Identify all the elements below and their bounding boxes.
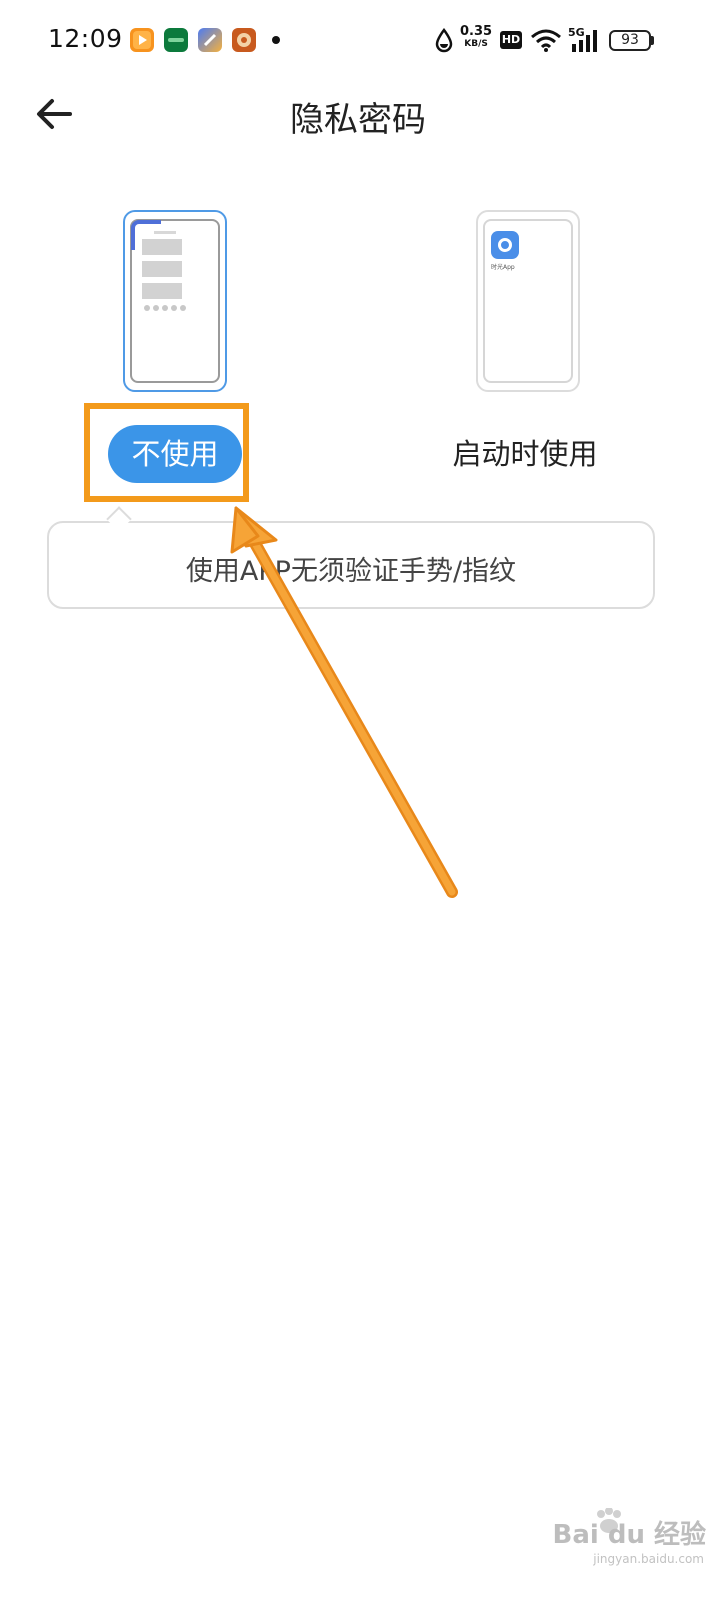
preview-not-use-screen	[130, 219, 220, 383]
wifi-icon	[531, 29, 561, 52]
preview-not-use[interactable]	[123, 210, 227, 392]
preview-use-on-launch[interactable]: 时光App	[476, 210, 580, 392]
hd-badge: HD	[500, 31, 522, 49]
watermark-brand: Bai du 经验	[552, 1520, 707, 1550]
use-on-launch-button[interactable]: 启动时使用	[440, 425, 610, 483]
signal-icon	[572, 30, 597, 52]
option-description-tooltip: 使用APP无须验证手势/指纹	[47, 521, 655, 609]
notification-dot	[272, 36, 280, 44]
app-tile-label: 时光App	[491, 264, 515, 271]
preview-bar	[142, 283, 182, 299]
preview-bar	[142, 239, 182, 255]
preview-header-line	[154, 231, 176, 234]
oppo-app-icon	[164, 28, 188, 52]
battery-icon: 93	[609, 30, 651, 51]
preview-dot	[162, 305, 168, 311]
tool-app-icon	[198, 28, 222, 52]
annotation-arrow	[230, 506, 458, 898]
preview-dot	[144, 305, 150, 311]
battery-tip	[651, 36, 654, 45]
tooltip-text: 使用APP无须验证手势/指纹	[185, 556, 517, 587]
preview-dot	[153, 305, 159, 311]
status-time: 12:09	[48, 24, 123, 53]
network-speed-unit: KB/S	[464, 39, 488, 49]
preview-dot	[171, 305, 177, 311]
page-title: 隐私密码	[290, 100, 426, 140]
watermark-url: jingyan.baidu.com	[593, 1552, 704, 1566]
video-app-icon	[130, 28, 154, 52]
preview-dot	[180, 305, 186, 311]
game-app-icon	[232, 28, 256, 52]
baidu-watermark: Bai du 经验 jingyan.baidu.com	[536, 1508, 706, 1570]
status-bar: 12:09 0.35 KB/S HD 5G 93	[0, 0, 716, 80]
data-saver-icon	[435, 28, 453, 53]
annotation-highlight-box	[84, 403, 249, 502]
app-tile-ring	[498, 238, 512, 252]
battery-level: 93	[621, 32, 639, 48]
preview-use-on-launch-screen: 时光App	[483, 219, 573, 383]
network-speed-value: 0.35	[460, 24, 493, 39]
preview-bar	[142, 261, 182, 277]
app-tile-icon	[491, 231, 519, 259]
network-speed: 0.35 KB/S	[460, 24, 493, 50]
